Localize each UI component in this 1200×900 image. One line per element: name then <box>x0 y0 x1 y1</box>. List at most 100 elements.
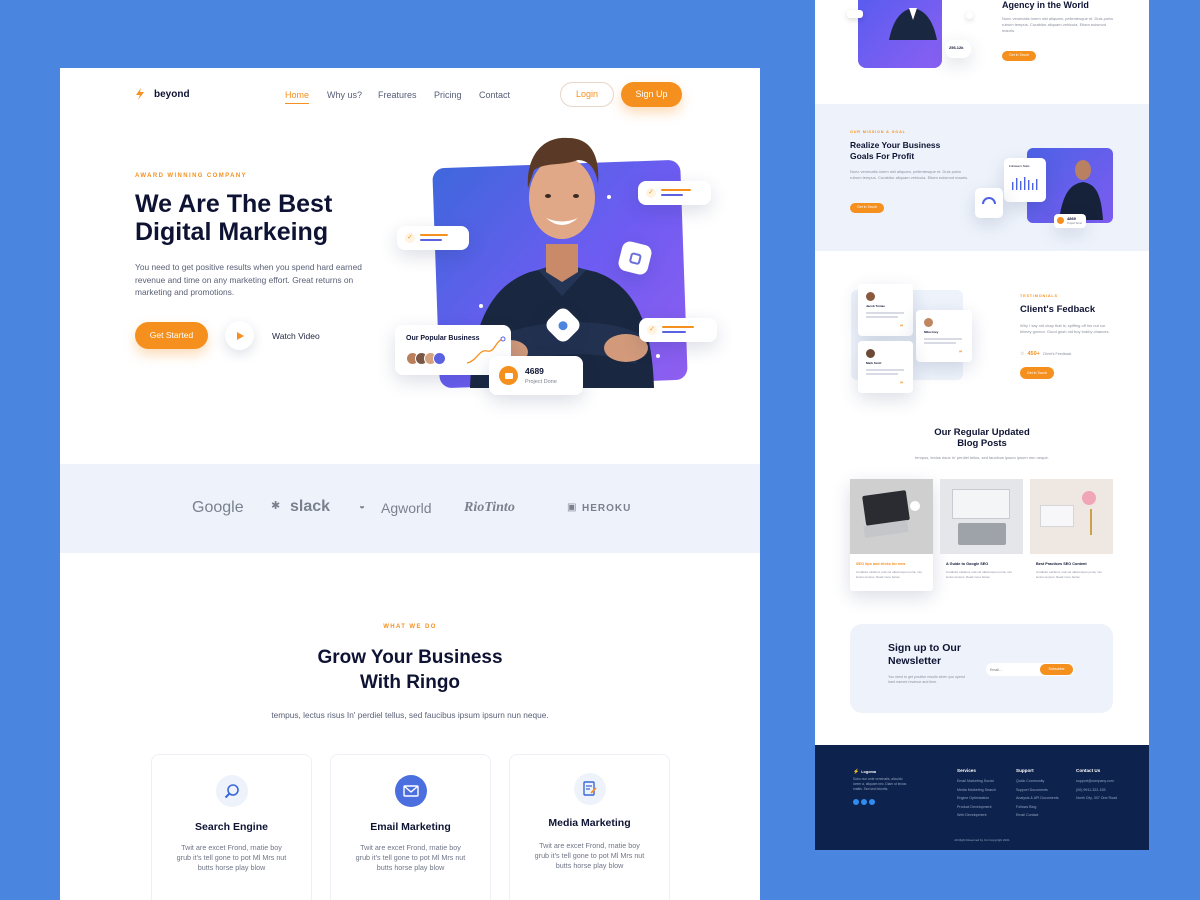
get-started-button[interactable]: Get Started <box>135 322 208 349</box>
footer-contact-title: Contact Us <box>1076 768 1101 773</box>
play-video-button[interactable] <box>225 321 254 350</box>
testimonial-name: Mark Scott <box>866 361 882 365</box>
agency-stat-chip: 256.12k <box>945 40 971 58</box>
nav-item-pricing[interactable]: Pricing <box>434 90 462 100</box>
service-card-media[interactable]: Media Marketing Twit are excet Frond, rn… <box>509 754 670 900</box>
mission-contact-button[interactable]: Get in Touch <box>850 203 884 213</box>
watch-video-link[interactable]: Watch Video <box>272 331 320 341</box>
footer-contact-phone: (00) 9911-322-155 <box>1076 787 1106 792</box>
service-title: Email Marketing <box>370 821 451 833</box>
agency-dot <box>966 12 973 19</box>
footer-services-title: Services <box>957 768 976 773</box>
testimonial-contact-button[interactable]: Get in Touch <box>1020 367 1054 379</box>
testimonial-text: Why I say old chap that is, spiffing off… <box>1020 323 1110 334</box>
signup-button[interactable]: Sign Up <box>621 82 682 107</box>
testimonial-card: Jacob Tomas ❞ <box>858 284 913 336</box>
social-links <box>853 799 875 805</box>
mission-title-line-2: Goals For Profit <box>850 151 915 161</box>
brand-name: beyond <box>154 88 190 100</box>
blog-card[interactable]: Best Practices SEO Content Curabitur ele… <box>1030 479 1113 591</box>
footer-services-list: Email Marketing Social Media Marketing S… <box>957 777 996 820</box>
pie-chart-icon <box>556 318 570 332</box>
testimonial-name: Jacob Tomas <box>866 304 885 308</box>
agency-person-image <box>889 8 937 40</box>
footer-link[interactable]: Email Contact <box>1016 811 1059 820</box>
service-text: Twit are excet Frond, rnatie boy grub it… <box>176 843 287 872</box>
heroku-logo: HEROKU <box>582 503 632 514</box>
page-preview-column: 256.12k Agency in the World Nunc venenat… <box>815 0 1149 850</box>
blog-title: Our Regular Updated Blog Posts <box>815 427 1149 449</box>
services-title: Grow Your Business With Ringo <box>60 645 760 695</box>
blog-subtitle: tempus, lectus risus In' perdiel tellus,… <box>915 455 1049 460</box>
footer-link[interactable]: Engine Optimization <box>957 794 996 803</box>
progress-chip-top: ✓ <box>638 181 711 205</box>
footer-link[interactable]: Follows Blog <box>1016 803 1059 812</box>
blog-image <box>1030 479 1113 554</box>
footer-link[interactable]: Support Documents <box>1016 786 1059 795</box>
footer-link[interactable]: Product Development <box>957 803 996 812</box>
footer-link[interactable]: Analysis & API Documents <box>1016 794 1059 803</box>
subscribe-button[interactable]: Subscribe <box>1040 664 1073 675</box>
services-title-line-1: Grow Your Business <box>317 647 503 668</box>
riotinto-logo: RioTinto <box>464 500 515 515</box>
linkedin-icon[interactable] <box>869 799 875 805</box>
quote-icon: ❞ <box>900 325 904 331</box>
footer-contact-address: North City, 307 One Road <box>1076 796 1118 800</box>
progress-chip-right: ✓ <box>639 318 717 342</box>
blog-card[interactable]: A Guide to Google SEO Curabitur eleifend… <box>940 479 1023 591</box>
avatar-stack <box>406 352 446 365</box>
newsletter-title-line-1: Sign up to Our <box>888 642 961 654</box>
email-input[interactable] <box>990 665 1036 674</box>
folder-icon <box>499 366 518 385</box>
agency-contact-button[interactable]: Get in Touch <box>1002 51 1036 61</box>
facebook-icon[interactable] <box>853 799 859 805</box>
footer-brand[interactable]: ⚡ Logoma <box>853 769 876 775</box>
service-card-search[interactable]: Search Engine Twit are excet Frond, rnat… <box>151 754 312 900</box>
followers-stats-card: Followers Stats <box>1004 158 1046 202</box>
search-icon <box>215 775 248 807</box>
footer-link[interactable]: Quick Community <box>1016 777 1059 786</box>
login-button[interactable]: Login <box>560 82 614 107</box>
hero-title-line-1: We Are The Best <box>135 190 333 218</box>
agency-title: Agency in the World <box>1002 0 1089 10</box>
hero-eyebrow: AWARD WINNING COMPANY <box>135 173 247 179</box>
footer-link[interactable]: Web Development <box>957 811 996 820</box>
footer-link[interactable]: Media Marketing Search <box>957 786 996 795</box>
nav-item-home[interactable]: Home <box>285 90 310 104</box>
footer-link[interactable]: Email Marketing Social <box>957 777 996 786</box>
testimonial-stat: ☆ 450+ Client's Feedback <box>1020 351 1071 357</box>
blog-post-title: A Guide to Google SEO <box>946 562 989 566</box>
project-count: 4689 <box>525 366 544 376</box>
mission-count-label: Project Done <box>1067 222 1082 225</box>
services-eyebrow: WHAT WE DO <box>383 624 437 630</box>
twitter-icon[interactable] <box>861 799 867 805</box>
nav-item-contact[interactable]: Contact <box>479 90 510 100</box>
newsletter-title-line-2: Newsletter <box>888 655 942 667</box>
service-card-email[interactable]: Email Marketing Twit are excet Frond, rn… <box>330 754 491 900</box>
footer-support-list: Quick Community Support Documents Analys… <box>1016 777 1059 820</box>
footer-brand-name: Logoma <box>861 770 876 774</box>
check-icon: ✓ <box>646 188 656 198</box>
blog-card[interactable]: SEO tips and tricks for new Curabitur el… <box>850 479 933 591</box>
newsletter-title: Sign up to Our Newsletter <box>888 642 961 668</box>
project-done-card: 4689 Project Done <box>489 356 583 395</box>
footer-contact-email[interactable]: support@company.com <box>1076 777 1117 786</box>
brand-logo[interactable]: beyond <box>135 88 190 100</box>
nav-item-why-us[interactable]: Why us? <box>327 90 362 100</box>
discord-icon: ◒ <box>359 501 366 512</box>
footer-copyright: All Right Reserved by Uni Copyright 2021 <box>954 838 1010 842</box>
logo-icon <box>136 88 144 100</box>
star-icon: ☆ <box>1020 351 1025 357</box>
agworld-logo: Agworld <box>381 500 432 516</box>
play-icon <box>236 331 244 340</box>
testimonial-card: Mika Grey ❞ <box>916 310 972 362</box>
avatar <box>433 352 446 365</box>
slack-logo: slack <box>290 498 331 515</box>
avatar <box>866 349 875 358</box>
quote-icon: ❞ <box>959 351 963 357</box>
agency-chip <box>847 10 863 18</box>
newsletter-section: Sign up to Our Newsletter You need to ge… <box>850 624 1113 713</box>
mission-text: Nunc venenatis lorem nisl aliquam, pelle… <box>850 169 969 180</box>
nav-item-features[interactable]: Freatures <box>378 90 417 100</box>
blog-title-line-2: Blog Posts <box>957 438 1007 449</box>
